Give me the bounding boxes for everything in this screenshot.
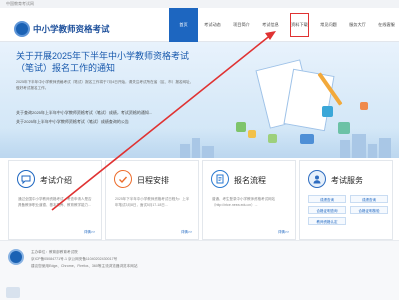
card-registration[interactable]: 报名流程 普通、考生登录中小学教师资格考试网站（http://ntce.neea… xyxy=(202,160,296,240)
service-buttons: 成绩查询 成绩查询 合格证明查询 合格证明核验 教师资格认定 xyxy=(308,195,388,225)
nav-exam-info[interactable]: 考试信息 xyxy=(256,8,285,42)
site-title[interactable]: 中小学教师资格考试 xyxy=(33,23,110,35)
card-text: 通过全国中小学教师资格考试，考查申请人是否具备教师职业道德、基本素养、教育教学能… xyxy=(18,197,92,207)
card-title: 日程安排 xyxy=(137,176,169,185)
person-icon xyxy=(308,170,326,188)
card-more-link[interactable]: 详情>> xyxy=(181,230,192,235)
service-button[interactable]: 合格证明查询 xyxy=(308,206,346,214)
site-logo-icon[interactable] xyxy=(14,21,30,37)
service-button[interactable]: 合格证明核验 xyxy=(350,206,388,214)
service-button[interactable]: 成绩查询 xyxy=(308,195,346,203)
banner-title[interactable]: 关于开展2025年下半年中小学教师资格考试（笔试）报名工作的通知 xyxy=(16,50,196,74)
banner-link-2[interactable]: 关于2025年上半年中小学教师资格考试（笔试）成绩查询的公告 xyxy=(16,119,129,125)
card-more-link[interactable]: 详情>> xyxy=(84,230,95,235)
nav-faq[interactable]: 常见问题 xyxy=(314,8,343,42)
cube-illustration xyxy=(360,102,368,110)
document-icon xyxy=(211,170,229,188)
cube-illustration xyxy=(300,134,314,144)
footer-browser-note: 建议您使用Edge、Chrome、Firefox、360等主流浏览器浏览本网站 xyxy=(31,264,138,268)
nav-exam-news[interactable]: 考试动态 xyxy=(198,8,227,42)
nav-online-support[interactable]: 在线客服 xyxy=(372,8,399,42)
card-title: 报名流程 xyxy=(234,176,266,185)
feature-cards: 考试介绍 通过全国中小学教师资格考试，考查申请人是否具备教师职业道德、基本素养、… xyxy=(8,160,393,240)
top-strip: 中国教育考试网 xyxy=(0,0,399,8)
nav-home[interactable]: 首页 xyxy=(169,8,198,42)
card-exam-intro[interactable]: 考试介绍 通过全国中小学教师资格考试，考查申请人是否具备教师职业道德、基本素养、… xyxy=(8,160,102,240)
cube-illustration xyxy=(338,122,350,134)
card-text: 普通、考生登录中小学教师资格考试网站（http://ntce.neea.edu.… xyxy=(212,197,275,207)
main-nav: 首页 考试动态 项目简介 考试信息 资料下载 常见问题 服务大厅 在线客服 xyxy=(169,8,399,42)
footer-icp[interactable]: 京ICP备05084771号-1 京公网安备11040202430017号 xyxy=(31,257,117,262)
footer-logo-icon xyxy=(8,249,24,265)
service-button[interactable]: 教师资格认定 xyxy=(308,217,346,225)
document-illustration-2 xyxy=(283,68,335,132)
card-more-link[interactable]: 详情>> xyxy=(278,230,289,235)
banner-link-1[interactable]: 关于查询2025年上半年中小学教师资格考试（笔试）成绩，考试资格的通知... xyxy=(16,110,152,116)
service-button[interactable]: 成绩查询 xyxy=(350,195,388,203)
nav-downloads[interactable]: 资料下载 xyxy=(285,8,314,42)
floating-widget-icon[interactable] xyxy=(6,287,20,298)
hero-banner: 关于开展2025年下半年中小学教师资格考试（笔试）报名工作的通知 2025年下半… xyxy=(0,42,399,158)
checkmark-icon xyxy=(114,170,132,188)
card-exam-services: 考试服务 成绩查询 成绩查询 合格证明查询 合格证明核验 教师资格认定 xyxy=(299,160,393,240)
banner-paragraph: 2025年下半年中小学教师资格考试（笔试）报名工作将于7月4日开始，请关注考试所… xyxy=(16,80,194,90)
cube-illustration xyxy=(322,106,333,117)
card-text: 2025年下半年中小学教师资格考试日程为：上半年笔试3月8日，面试5月17-18… xyxy=(115,197,190,207)
card-title: 考试服务 xyxy=(331,176,363,185)
card-schedule[interactable]: 日程安排 2025年下半年中小学教师资格考试日程为：上半年笔试3月8日，面试5月… xyxy=(105,160,199,240)
cube-illustration xyxy=(268,134,277,143)
cube-illustration xyxy=(248,130,256,138)
nav-service-hall[interactable]: 服务大厅 xyxy=(343,8,372,42)
speech-bubble-icon xyxy=(17,170,35,188)
cube-illustration xyxy=(236,122,246,132)
top-strip-text[interactable]: 中国教育考试网 xyxy=(6,1,34,7)
footer-organizer: 主办单位：教育部教育考试院 xyxy=(31,250,78,254)
site-footer: 主办单位：教育部教育考试院 京ICP备05084771号-1 京公网安备1104… xyxy=(0,240,399,300)
card-title: 考试介绍 xyxy=(40,176,72,185)
nav-project-intro[interactable]: 项目简介 xyxy=(227,8,256,42)
